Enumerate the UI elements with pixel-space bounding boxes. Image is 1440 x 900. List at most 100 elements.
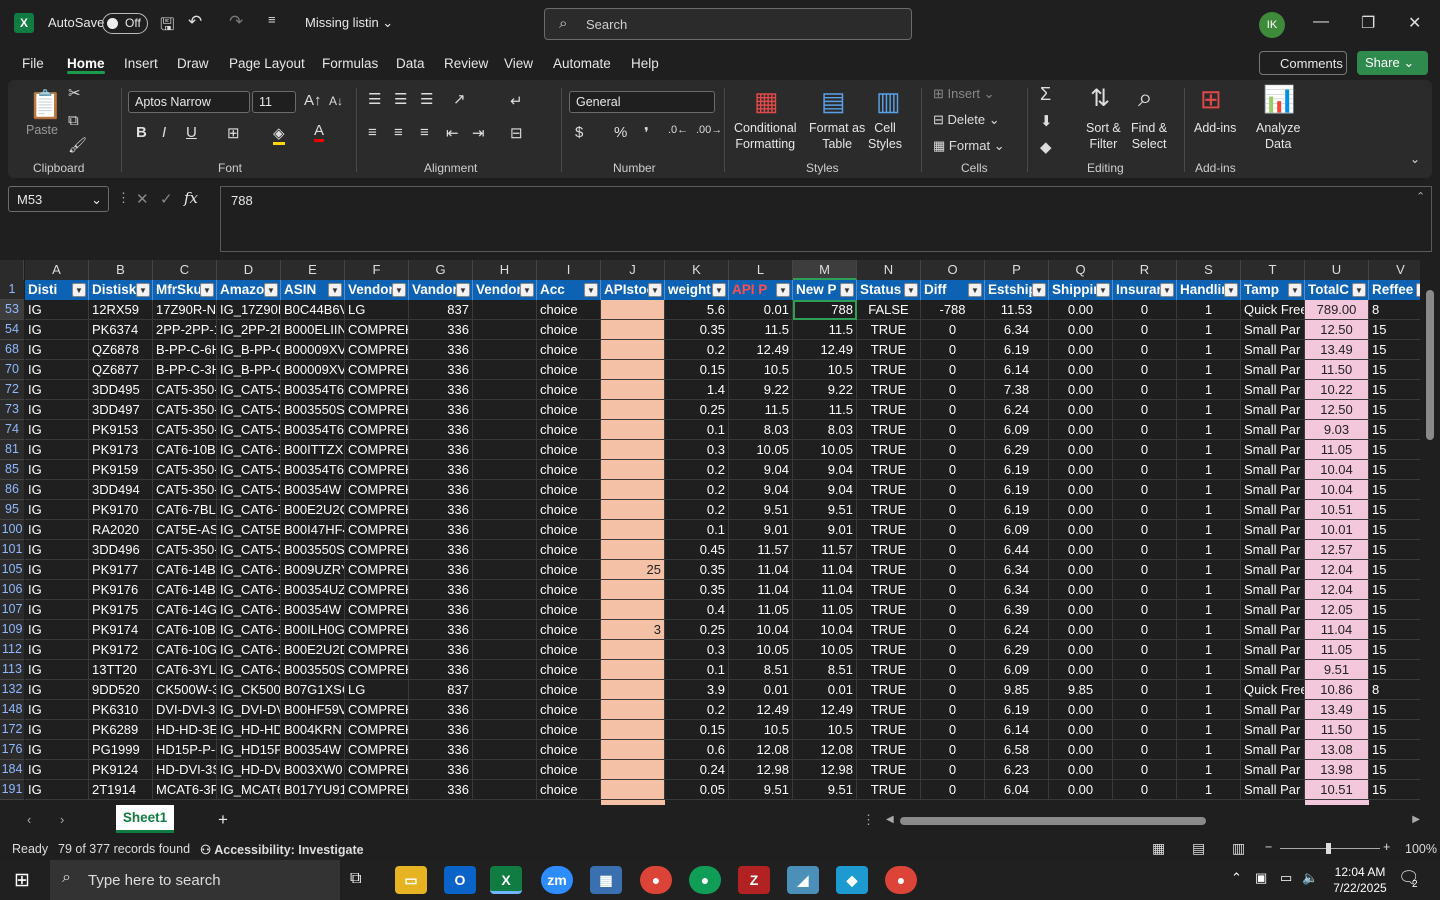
table-cell[interactable]: 0.00 bbox=[1049, 660, 1113, 680]
table-cell[interactable]: 0.1 bbox=[665, 520, 729, 540]
table-cell[interactable]: 336 bbox=[409, 600, 473, 620]
table-cell[interactable] bbox=[473, 560, 537, 580]
table-header-cell[interactable]: Vendor ▼ bbox=[345, 280, 409, 300]
row-header[interactable]: 72 bbox=[0, 380, 24, 400]
table-cell[interactable]: 6.14 bbox=[985, 720, 1049, 740]
table-cell[interactable]: B00E2U2D bbox=[281, 640, 345, 660]
autosum-icon[interactable]: Σ bbox=[1040, 84, 1051, 105]
align-right-icon[interactable]: ≡ bbox=[420, 124, 429, 141]
table-cell[interactable]: COMPREH bbox=[345, 520, 409, 540]
table-cell[interactable]: 0.1 bbox=[665, 420, 729, 440]
table-cell[interactable]: TRUE bbox=[857, 400, 921, 420]
table-header-cell[interactable]: Disti ▼ bbox=[25, 280, 89, 300]
table-cell[interactable]: 9.01 bbox=[793, 520, 857, 540]
table-cell[interactable]: 11.5 bbox=[793, 400, 857, 420]
zoom-icon[interactable]: zm bbox=[541, 866, 573, 894]
table-cell[interactable]: choice bbox=[537, 720, 601, 740]
table-cell[interactable]: Small Par bbox=[1241, 640, 1305, 660]
table-cell[interactable]: 0.00 bbox=[1049, 380, 1113, 400]
table-cell[interactable]: B00009XV bbox=[281, 340, 345, 360]
table-cell[interactable]: QZ6878 bbox=[89, 340, 153, 360]
table-cell[interactable]: 13.49 bbox=[1305, 340, 1369, 360]
table-cell[interactable]: Small Par bbox=[1241, 340, 1305, 360]
table-cell[interactable]: PK9170 bbox=[89, 500, 153, 520]
table-cell[interactable] bbox=[473, 620, 537, 640]
table-cell[interactable]: IG_CAT6-1 bbox=[217, 560, 281, 580]
table-cell[interactable]: 11.05 bbox=[1305, 440, 1369, 460]
table-cell[interactable]: CAT5-350- bbox=[153, 480, 217, 500]
table-cell[interactable] bbox=[601, 520, 665, 540]
table-cell[interactable]: 336 bbox=[409, 320, 473, 340]
table-cell[interactable] bbox=[601, 540, 665, 560]
table-cell[interactable]: 9.03 bbox=[1305, 420, 1369, 440]
table-cell[interactable]: 10.05 bbox=[793, 640, 857, 660]
table-cell[interactable] bbox=[601, 740, 665, 760]
undo-icon[interactable]: ↶ bbox=[188, 12, 202, 32]
filezilla-icon[interactable]: Z bbox=[738, 866, 770, 894]
align-center-icon[interactable]: ≡ bbox=[394, 124, 403, 141]
wrap-text-icon[interactable]: ↵ bbox=[510, 92, 523, 110]
table-cell[interactable]: TRUE bbox=[857, 680, 921, 700]
zoom-level[interactable]: 100% bbox=[1405, 842, 1437, 856]
table-cell[interactable]: 15 bbox=[1369, 660, 1420, 680]
table-cell[interactable]: IG bbox=[25, 380, 89, 400]
redo-icon[interactable]: ↷ bbox=[229, 12, 243, 32]
increase-indent-icon[interactable]: ⇥ bbox=[472, 124, 485, 142]
table-cell[interactable]: 10.5 bbox=[793, 720, 857, 740]
table-cell[interactable]: 336 bbox=[409, 420, 473, 440]
insert-function-icon[interactable]: fx bbox=[184, 189, 198, 207]
table-cell[interactable]: CAT6-14G bbox=[153, 600, 217, 620]
table-cell[interactable]: 0.00 bbox=[1049, 740, 1113, 760]
table-cell[interactable] bbox=[601, 340, 665, 360]
filter-dropdown-icon[interactable]: ▼ bbox=[904, 283, 918, 297]
table-cell[interactable]: CK500W-3 bbox=[153, 680, 217, 700]
table-cell[interactable]: IG bbox=[25, 460, 89, 480]
table-cell[interactable]: 10.05 bbox=[729, 640, 793, 660]
add-ins-button[interactable]: Add-ins bbox=[1194, 120, 1236, 136]
table-cell[interactable]: 0 bbox=[1113, 520, 1177, 540]
table-cell[interactable]: 336 bbox=[409, 500, 473, 520]
table-cell[interactable]: TRUE bbox=[857, 380, 921, 400]
row-header[interactable]: 107 bbox=[0, 600, 24, 620]
conditional-formatting-button[interactable]: Conditional Formatting bbox=[734, 120, 797, 152]
file-explorer-icon[interactable]: ▭ bbox=[395, 866, 427, 894]
table-cell[interactable]: TRUE bbox=[857, 580, 921, 600]
calculator-icon[interactable]: ▦ bbox=[590, 866, 622, 894]
table-cell[interactable]: choice bbox=[537, 360, 601, 380]
table-cell[interactable]: Small Par bbox=[1241, 360, 1305, 380]
bold-icon[interactable]: B bbox=[136, 124, 147, 141]
copy-icon[interactable]: ⧉ bbox=[68, 112, 79, 129]
outlook-icon[interactable]: O bbox=[444, 866, 476, 894]
table-cell[interactable] bbox=[601, 780, 665, 800]
table-cell[interactable] bbox=[473, 780, 537, 800]
table-cell[interactable]: FALSE bbox=[857, 300, 921, 320]
table-cell[interactable]: 11.04 bbox=[793, 560, 857, 580]
row-header[interactable]: 85 bbox=[0, 460, 24, 480]
table-cell[interactable]: IG bbox=[25, 720, 89, 740]
table-header-cell[interactable]: Vandor ▼ bbox=[409, 280, 473, 300]
table-cell[interactable]: 0.00 bbox=[1049, 520, 1113, 540]
orientation-icon[interactable]: ↗ bbox=[453, 90, 466, 108]
table-cell[interactable]: IG_MCAT6 bbox=[217, 780, 281, 800]
table-cell[interactable]: CAT5-350- bbox=[153, 380, 217, 400]
table-cell[interactable]: IG bbox=[25, 300, 89, 320]
table-cell[interactable]: 1 bbox=[1177, 500, 1241, 520]
table-cell[interactable]: CAT6-10G bbox=[153, 640, 217, 660]
column-header-b[interactable]: B bbox=[89, 260, 153, 280]
table-cell[interactable]: B00ILH0G bbox=[281, 620, 345, 640]
fill-color-icon[interactable]: ◈ bbox=[273, 124, 285, 145]
table-cell[interactable]: 6.09 bbox=[985, 420, 1049, 440]
table-header-cell[interactable]: APIstoc ▼ bbox=[601, 280, 665, 300]
table-cell[interactable] bbox=[473, 300, 537, 320]
table-cell[interactable]: IG bbox=[25, 760, 89, 780]
table-cell[interactable]: 10.51 bbox=[1305, 500, 1369, 520]
table-cell[interactable] bbox=[601, 480, 665, 500]
table-cell[interactable]: 13TT20 bbox=[89, 660, 153, 680]
table-cell[interactable]: TRUE bbox=[857, 480, 921, 500]
table-cell[interactable]: Small Par bbox=[1241, 620, 1305, 640]
table-cell[interactable] bbox=[473, 480, 537, 500]
table-cell[interactable]: 0 bbox=[1113, 680, 1177, 700]
sheet-tab-sheet1[interactable]: Sheet1 bbox=[116, 805, 174, 833]
table-cell[interactable]: TRUE bbox=[857, 780, 921, 800]
table-cell[interactable]: 15 bbox=[1369, 740, 1420, 760]
